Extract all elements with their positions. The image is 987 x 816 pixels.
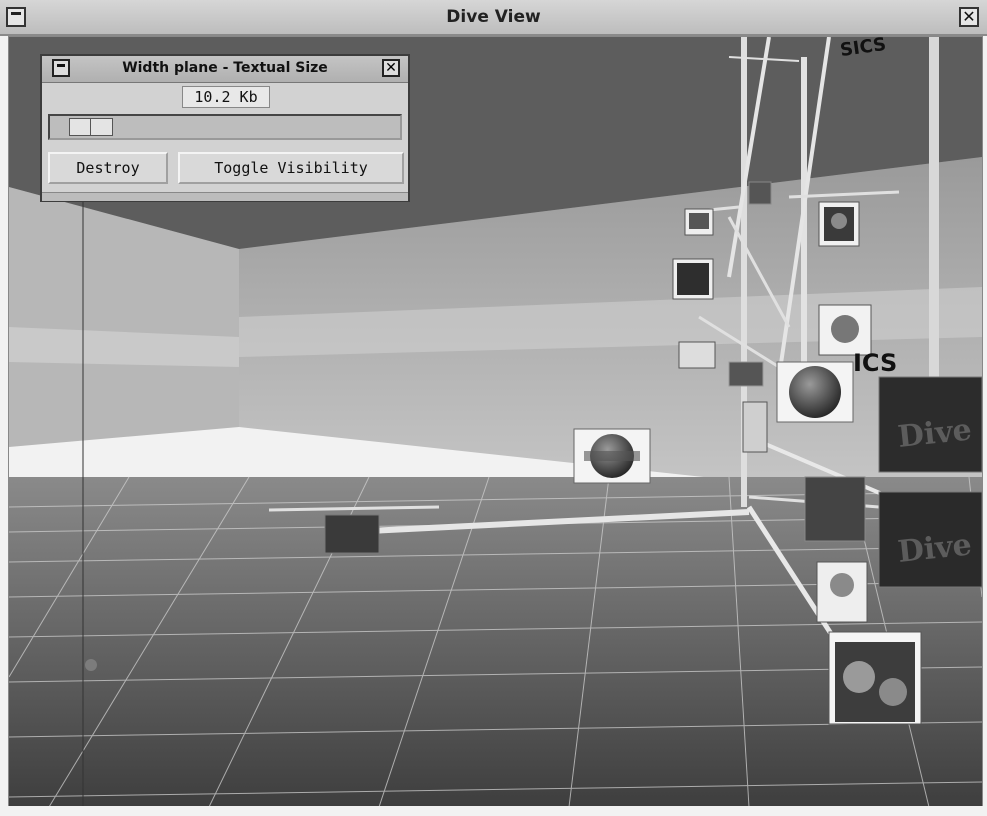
photo-frame-icon	[804, 476, 866, 542]
photo-frame-icon	[672, 258, 714, 300]
window-close-icon[interactable]: ✕	[959, 7, 979, 27]
window-titlebar[interactable]: Dive View ✕	[0, 0, 987, 36]
size-slider[interactable]	[48, 114, 402, 140]
size-slider-thumb[interactable]	[69, 118, 114, 136]
photo-frame-icon	[818, 201, 860, 247]
photo-frame-icon	[684, 208, 714, 236]
floor-marker	[85, 659, 97, 671]
size-value-field[interactable]: 10.2 Kb	[182, 86, 270, 108]
signboard-icon: Dive	[878, 376, 982, 473]
window-bottom-edge	[0, 806, 987, 816]
photo-frame-icon	[742, 401, 768, 453]
dialog-footer	[42, 192, 408, 201]
window-title: Dive View	[446, 7, 541, 27]
dive-view-window: Dive View ✕ Dive Dive SICS ICS Width pla…	[0, 0, 987, 816]
width-plane-dialog: Width plane - Textual Size ✕ 10.2 Kb Des…	[40, 54, 410, 202]
destroy-button[interactable]: Destroy	[48, 152, 168, 184]
photo-frame-icon	[728, 361, 764, 387]
photo-frame-icon	[818, 304, 872, 356]
globe-icon	[776, 361, 854, 423]
globe-icon	[573, 428, 651, 484]
photo-frame-icon	[678, 341, 716, 369]
photo-frame-icon	[816, 561, 868, 623]
photo-frame-icon	[828, 631, 922, 725]
dialog-titlebar[interactable]: Width plane - Textual Size ✕	[42, 56, 408, 83]
toggle-visibility-button[interactable]: Toggle Visibility	[178, 152, 404, 184]
dialog-close-icon[interactable]: ✕	[382, 59, 400, 77]
dialog-title: Width plane - Textual Size	[122, 60, 328, 76]
photo-frame-icon	[748, 181, 772, 205]
ics-label: ICS	[853, 349, 898, 377]
signboard-icon: Dive	[878, 491, 982, 588]
